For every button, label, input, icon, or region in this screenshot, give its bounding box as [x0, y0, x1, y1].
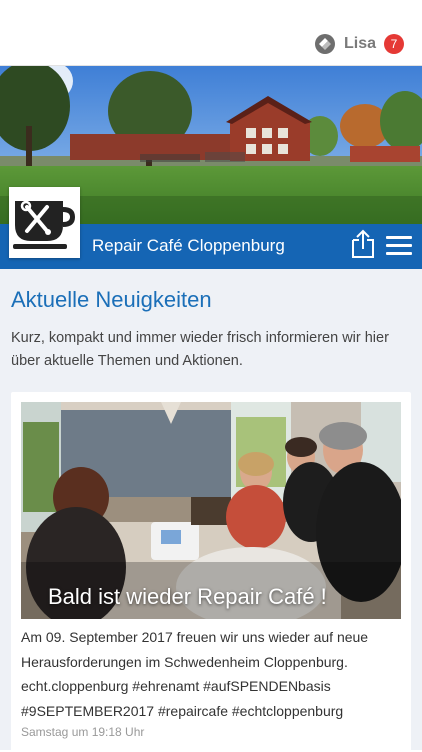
section-heading: Aktuelle Neuigkeiten	[11, 287, 212, 312]
section-description: Kurz, kompakt und immer wieder frisch in…	[11, 330, 389, 369]
coffee-cup-tools-icon	[11, 189, 78, 256]
news-section: Aktuelle Neuigkeiten Kurz, kompakt und i…	[0, 269, 422, 752]
share-icon[interactable]	[350, 229, 376, 259]
app-logo-icon	[314, 34, 335, 54]
user-name[interactable]: Lisa	[344, 35, 376, 53]
user-menu[interactable]: Lisa 7	[314, 32, 404, 56]
post-image[interactable]: Bald ist wieder Repair Café !	[21, 402, 401, 619]
news-post-card[interactable]: Bald ist wieder Repair Café ! Am 09. Sep…	[11, 392, 411, 752]
post-text: Am 09. September 2017 freuen wir uns wie…	[21, 629, 369, 719]
profile-picture[interactable]	[9, 187, 80, 258]
menu-line	[386, 252, 412, 255]
page-title: Repair Café Cloppenburg	[92, 236, 285, 255]
notification-badge[interactable]: 7	[384, 34, 404, 54]
menu-line	[386, 244, 412, 247]
post-timestamp: Samstag um 19:18 Uhr	[21, 725, 145, 739]
top-bar: Lisa 7	[0, 0, 422, 66]
post-image-caption: Bald ist wieder Repair Café !	[48, 584, 327, 609]
hamburger-menu-icon[interactable]	[386, 236, 412, 256]
menu-line	[386, 236, 412, 239]
